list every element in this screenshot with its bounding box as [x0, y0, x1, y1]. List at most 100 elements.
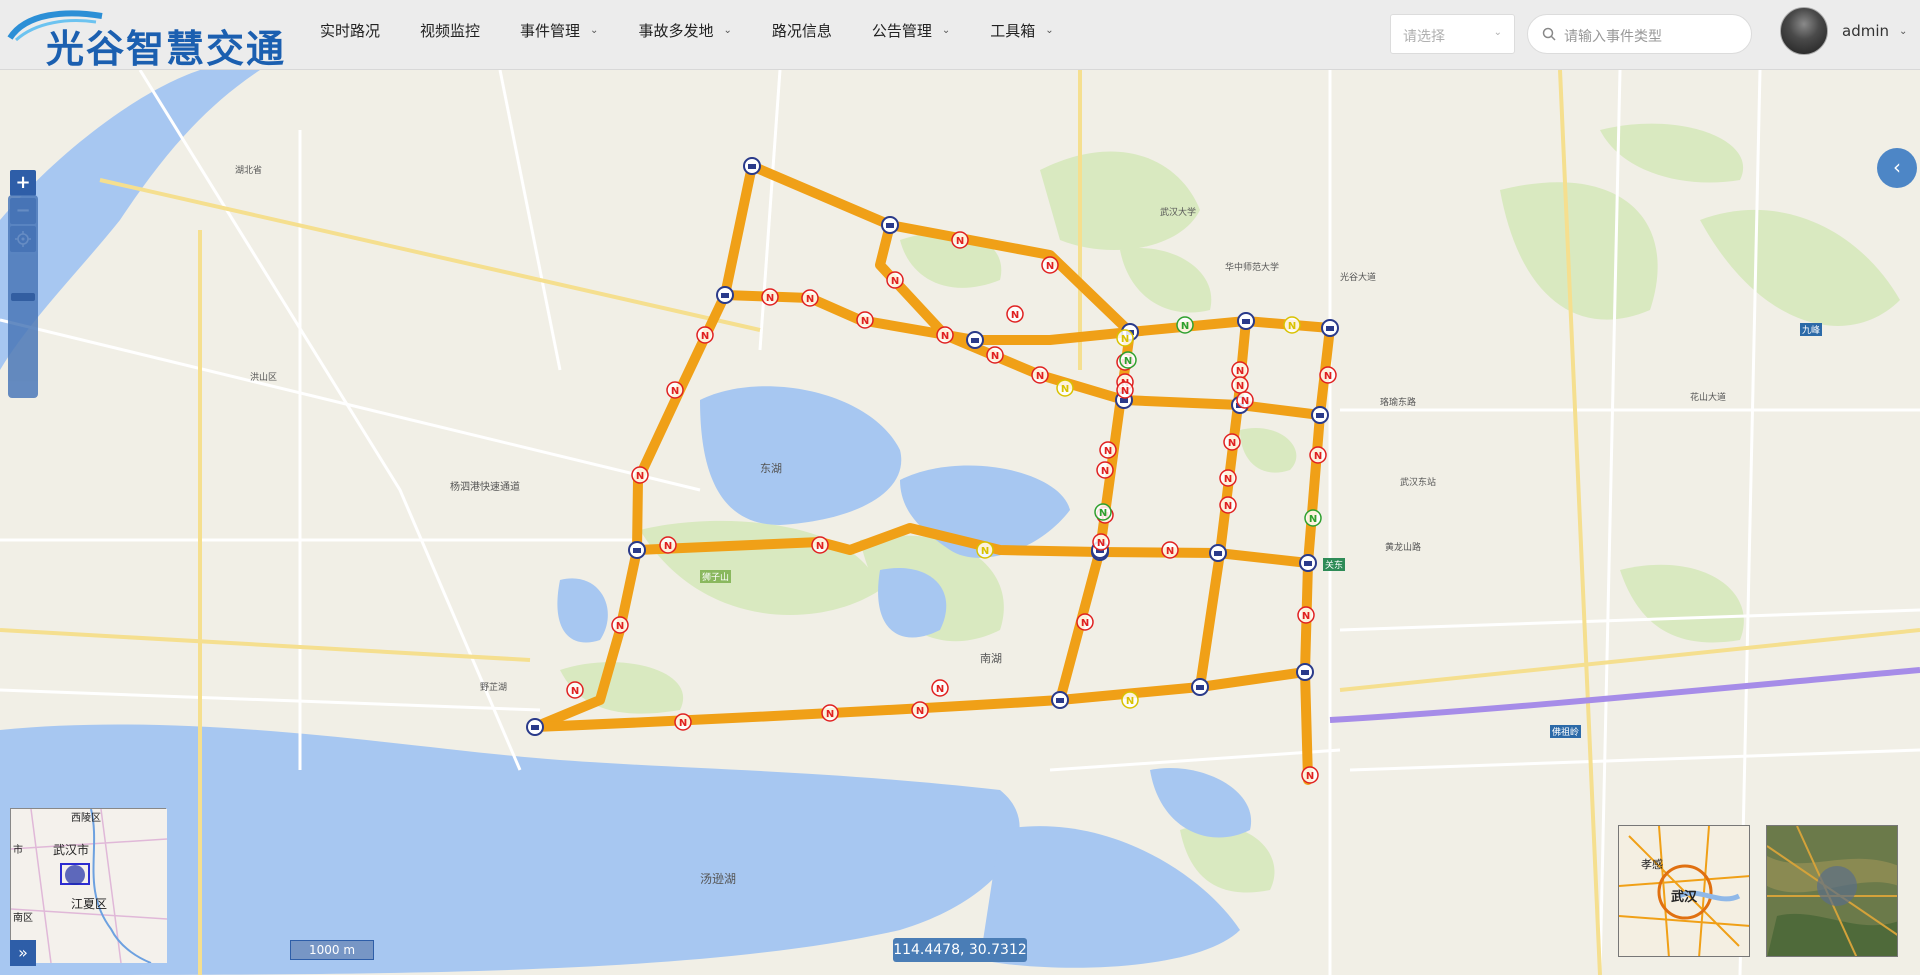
camera-marker-icon[interactable]	[526, 718, 544, 736]
chevron-down-icon: ⌄	[590, 24, 599, 36]
incident-marker-icon[interactable]: N	[1076, 613, 1094, 631]
avatar[interactable]	[1780, 7, 1828, 55]
svg-text:N: N	[1236, 381, 1244, 392]
zoom-slider-handle[interactable]	[11, 293, 35, 301]
svg-text:N: N	[766, 293, 774, 304]
incident-marker-icon[interactable]: N	[856, 311, 874, 329]
overview-map[interactable]: 西陵区 市 武汉市 江夏区 南区	[10, 808, 168, 964]
incident-marker-icon[interactable]: N	[931, 679, 949, 697]
incident-marker-icon[interactable]: N	[1301, 766, 1319, 784]
incident-marker-icon[interactable]: N	[1116, 329, 1134, 347]
incident-marker-icon[interactable]: N	[1116, 381, 1134, 399]
nav-item[interactable]: 公告管理 ⌄	[872, 20, 950, 41]
incident-marker-icon[interactable]: N	[801, 289, 819, 307]
incident-marker-icon[interactable]: N	[1231, 376, 1249, 394]
svg-text:N: N	[956, 236, 964, 247]
camera-marker-icon[interactable]	[1321, 319, 1339, 337]
incident-marker-icon[interactable]: N	[1041, 256, 1059, 274]
zoom-in-button[interactable]: +	[10, 170, 36, 196]
incident-marker-icon[interactable]: N	[631, 466, 649, 484]
camera-marker-icon[interactable]	[743, 157, 761, 175]
incident-marker-icon[interactable]: N	[1056, 379, 1074, 397]
user-menu[interactable]: admin ⌄	[1780, 6, 1907, 56]
camera-marker-icon[interactable]	[1237, 312, 1255, 330]
camera-marker-icon[interactable]	[1299, 554, 1317, 572]
nav-item[interactable]: 视频监控	[420, 20, 480, 41]
svg-text:N: N	[1228, 438, 1236, 449]
camera-marker-icon[interactable]	[628, 541, 646, 559]
incident-marker-icon[interactable]: N	[886, 271, 904, 289]
incident-marker-icon[interactable]: N	[761, 288, 779, 306]
incident-marker-icon[interactable]: N	[936, 326, 954, 344]
incident-marker-icon[interactable]: N	[1092, 533, 1110, 551]
svg-text:N: N	[1166, 546, 1174, 557]
camera-marker-icon[interactable]	[966, 331, 984, 349]
camera-marker-icon[interactable]	[1191, 678, 1209, 696]
chevron-down-icon: ⌄	[941, 24, 951, 36]
incident-marker-icon[interactable]: N	[1304, 509, 1322, 527]
incident-marker-icon[interactable]: N	[1319, 366, 1337, 384]
incident-marker-icon[interactable]: N	[566, 681, 584, 699]
incident-marker-icon[interactable]: N	[1006, 305, 1024, 323]
svg-text:N: N	[941, 331, 949, 342]
incident-marker-icon[interactable]: N	[1096, 461, 1114, 479]
nav-item[interactable]: 路况信息	[772, 20, 832, 41]
incident-marker-icon[interactable]: N	[1231, 361, 1249, 379]
zoom-slider[interactable]	[8, 195, 38, 398]
top-bar: 光谷智慧交通 实时路况 视频监控 事件管理 ⌄ 事故多发地 ⌄ 路况信息 公告管理 ⌄ 工具箱 ⌄ …	[0, 0, 1920, 71]
map-canvas[interactable]: 湖北省 武汉大学 华中师范大学 东湖 南湖 汤逊湖 光谷大道 杨泗港快速通道 武…	[0, 70, 1920, 975]
svg-text:N: N	[664, 541, 672, 552]
incident-marker-icon[interactable]: N	[1223, 433, 1241, 451]
camera-marker-icon[interactable]	[1209, 544, 1227, 562]
nav-item-label: 事故多发地	[638, 21, 714, 40]
svg-text:N: N	[916, 706, 924, 717]
incident-marker-icon[interactable]: N	[1121, 691, 1139, 709]
incident-marker-icon[interactable]: N	[1219, 469, 1237, 487]
incident-marker-icon[interactable]: N	[1094, 503, 1112, 521]
svg-text:N: N	[1236, 366, 1244, 377]
incident-marker-icon[interactable]: N	[674, 713, 692, 731]
camera-marker-icon[interactable]	[881, 216, 899, 234]
category-select[interactable]: 请选择 ⌄	[1390, 14, 1515, 54]
incident-marker-icon[interactable]: N	[986, 346, 1004, 364]
incident-marker-icon[interactable]: N	[659, 536, 677, 554]
nav-item[interactable]: 事故多发地 ⌄	[638, 20, 731, 41]
basemap-satellite-thumbnail[interactable]	[1766, 825, 1898, 957]
incident-marker-icon[interactable]: N	[1236, 391, 1254, 409]
incident-marker-icon[interactable]: N	[1309, 446, 1327, 464]
svg-text:N: N	[936, 684, 944, 695]
incident-marker-icon[interactable]: N	[911, 701, 929, 719]
svg-text:N: N	[679, 718, 687, 729]
nav-item[interactable]: 实时路况	[320, 20, 380, 41]
svg-text:N: N	[1314, 451, 1322, 462]
basemap-vector-thumbnail[interactable]: 孝感 武汉	[1618, 825, 1750, 957]
nav-item[interactable]: 事件管理 ⌄	[520, 20, 598, 41]
svg-text:N: N	[991, 351, 999, 362]
chevron-down-icon: ⌄	[723, 24, 732, 36]
incident-marker-icon[interactable]: N	[666, 381, 684, 399]
incident-marker-icon[interactable]: N	[1099, 441, 1117, 459]
incident-marker-icon[interactable]: N	[1176, 316, 1194, 334]
app-logo[interactable]: 光谷智慧交通	[6, 8, 296, 71]
chevron-down-icon: ⌄	[1899, 25, 1908, 37]
camera-marker-icon[interactable]	[1296, 663, 1314, 681]
incident-marker-icon[interactable]: N	[976, 541, 994, 559]
incident-marker-icon[interactable]: N	[1031, 366, 1049, 384]
incident-marker-icon[interactable]: N	[696, 326, 714, 344]
incident-marker-icon[interactable]: N	[611, 616, 629, 634]
incident-marker-icon[interactable]: N	[1161, 541, 1179, 559]
collapse-panel-button[interactable]: ‹	[1877, 148, 1917, 188]
camera-marker-icon[interactable]	[1311, 406, 1329, 424]
camera-marker-icon[interactable]	[1051, 691, 1069, 709]
nav-item[interactable]: 工具箱 ⌄	[990, 20, 1053, 41]
search-input[interactable]: 请输入事件类型	[1527, 14, 1752, 54]
incident-marker-icon[interactable]: N	[1219, 496, 1237, 514]
incident-marker-icon[interactable]: N	[1119, 351, 1137, 369]
incident-marker-icon[interactable]: N	[811, 536, 829, 554]
incident-marker-icon[interactable]: N	[1297, 606, 1315, 624]
incident-marker-icon[interactable]: N	[1283, 316, 1301, 334]
overview-toggle-button[interactable]: »	[10, 940, 36, 966]
camera-marker-icon[interactable]	[716, 286, 734, 304]
incident-marker-icon[interactable]: N	[821, 704, 839, 722]
incident-marker-icon[interactable]: N	[951, 231, 969, 249]
